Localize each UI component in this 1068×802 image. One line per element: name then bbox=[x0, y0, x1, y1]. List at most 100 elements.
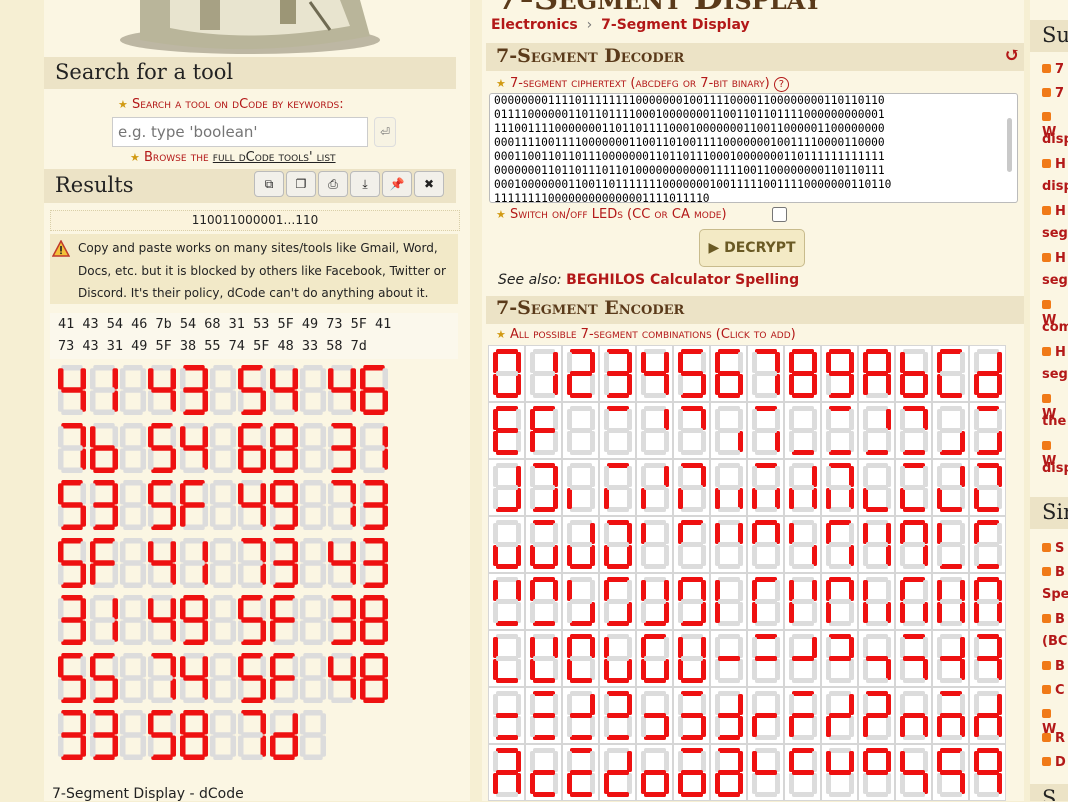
segment-combination-cell[interactable] bbox=[784, 516, 821, 573]
segment-combination-cell[interactable] bbox=[710, 402, 747, 459]
close-results-button[interactable]: ✖ bbox=[414, 171, 444, 197]
segment-combination-cell[interactable] bbox=[488, 516, 525, 573]
segment-combination-cell[interactable] bbox=[673, 744, 710, 801]
sidebar-link[interactable]: B bbox=[1042, 659, 1065, 674]
segment-combination-cell[interactable] bbox=[895, 687, 932, 744]
segment-combination-cell[interactable] bbox=[710, 516, 747, 573]
segment-combination-cell[interactable] bbox=[858, 573, 895, 630]
segment-combination-cell[interactable] bbox=[599, 687, 636, 744]
segment-combination-cell[interactable] bbox=[821, 687, 858, 744]
segment-combination-cell[interactable] bbox=[599, 744, 636, 801]
segment-combination-cell[interactable] bbox=[858, 402, 895, 459]
help-icon[interactable]: ? bbox=[773, 77, 789, 92]
segment-combination-cell[interactable] bbox=[673, 459, 710, 516]
segment-combination-cell[interactable] bbox=[858, 687, 895, 744]
refresh-icon[interactable]: ↺ bbox=[1004, 44, 1020, 66]
textarea-scrollbar[interactable] bbox=[1007, 118, 1012, 172]
segment-combination-cell[interactable] bbox=[969, 516, 1006, 573]
breadcrumb-7-segment-display[interactable]: 7-Segment Display bbox=[601, 17, 749, 33]
browse-full-list-link[interactable]: full dCode tools' list bbox=[213, 150, 336, 165]
segment-combination-cell[interactable] bbox=[932, 459, 969, 516]
segment-combination-cell[interactable] bbox=[858, 345, 895, 402]
segment-combination-cell[interactable] bbox=[673, 402, 710, 459]
segment-combination-cell[interactable] bbox=[747, 345, 784, 402]
segment-combination-cell[interactable] bbox=[636, 402, 673, 459]
segment-combination-cell[interactable] bbox=[784, 345, 821, 402]
segment-combination-cell[interactable] bbox=[895, 630, 932, 687]
segment-combination-cell[interactable] bbox=[821, 630, 858, 687]
segment-combination-cell[interactable] bbox=[599, 516, 636, 573]
segment-combination-cell[interactable] bbox=[932, 687, 969, 744]
segment-combination-cell[interactable] bbox=[784, 744, 821, 801]
segment-combination-cell[interactable] bbox=[673, 345, 710, 402]
switch-leds-checkbox[interactable] bbox=[772, 207, 787, 222]
segment-combination-cell[interactable] bbox=[673, 573, 710, 630]
segment-combination-cell[interactable] bbox=[488, 744, 525, 801]
segment-combination-cell[interactable] bbox=[895, 345, 932, 402]
decrypt-button[interactable]: ▶ DECRYPT bbox=[699, 229, 805, 267]
segment-combination-cell[interactable] bbox=[784, 402, 821, 459]
ciphertext-input[interactable] bbox=[489, 93, 1018, 203]
sidebar-link[interactable]: B bbox=[1042, 612, 1065, 627]
sidebar-link[interactable]: (BC bbox=[1042, 634, 1067, 649]
segment-combination-cell[interactable] bbox=[599, 573, 636, 630]
segment-combination-cell[interactable] bbox=[932, 402, 969, 459]
download-button[interactable]: ⤓ bbox=[350, 171, 380, 197]
segment-combination-cell[interactable] bbox=[488, 687, 525, 744]
pin-button[interactable]: 📌 bbox=[382, 171, 412, 197]
print-button[interactable]: ⎙ bbox=[318, 171, 348, 197]
segment-combination-cell[interactable] bbox=[636, 345, 673, 402]
segment-combination-cell[interactable] bbox=[784, 573, 821, 630]
segment-combination-cell[interactable] bbox=[969, 744, 1006, 801]
segment-combination-cell[interactable] bbox=[562, 459, 599, 516]
segment-combination-cell[interactable] bbox=[710, 687, 747, 744]
sidebar-link[interactable]: C bbox=[1042, 683, 1065, 698]
copy-variant-button[interactable]: ❐ bbox=[286, 171, 316, 197]
sidebar-link[interactable]: H bbox=[1042, 251, 1066, 266]
sidebar-link[interactable]: seg bbox=[1042, 226, 1068, 241]
segment-combination-cell[interactable] bbox=[858, 516, 895, 573]
segment-combination-cell[interactable] bbox=[488, 345, 525, 402]
segment-combination-cell[interactable] bbox=[488, 402, 525, 459]
segment-combination-cell[interactable] bbox=[599, 345, 636, 402]
sidebar-link[interactable]: H bbox=[1042, 204, 1066, 219]
segment-combination-cell[interactable] bbox=[858, 459, 895, 516]
segment-combination-cell[interactable] bbox=[636, 744, 673, 801]
segment-combination-cell[interactable] bbox=[710, 744, 747, 801]
segment-combination-cell[interactable] bbox=[969, 687, 1006, 744]
sidebar-link[interactable]: the bbox=[1042, 414, 1066, 429]
segment-combination-cell[interactable] bbox=[525, 630, 562, 687]
sidebar-link[interactable]: 7 bbox=[1042, 86, 1064, 101]
sidebar-link[interactable]: B bbox=[1042, 565, 1065, 580]
segment-combination-cell[interactable] bbox=[932, 630, 969, 687]
sidebar-link[interactable]: D bbox=[1042, 755, 1066, 770]
sidebar-link[interactable]: 7 bbox=[1042, 62, 1064, 77]
segment-combination-cell[interactable] bbox=[488, 573, 525, 630]
breadcrumb-electronics[interactable]: Electronics bbox=[491, 17, 578, 33]
sidebar-link[interactable]: disp bbox=[1042, 132, 1068, 147]
sidebar-link[interactable]: seg bbox=[1042, 367, 1068, 382]
segment-combination-cell[interactable] bbox=[895, 459, 932, 516]
segment-combination-cell[interactable] bbox=[895, 402, 932, 459]
segment-combination-cell[interactable] bbox=[821, 459, 858, 516]
segment-combination-cell[interactable] bbox=[969, 573, 1006, 630]
sidebar-link[interactable]: H bbox=[1042, 157, 1066, 172]
segment-combination-cell[interactable] bbox=[525, 459, 562, 516]
segment-combination-cell[interactable] bbox=[747, 516, 784, 573]
segment-combination-cell[interactable] bbox=[821, 744, 858, 801]
hex-output[interactable]: 41 43 54 46 7b 54 68 31 53 5F 49 73 5F 4… bbox=[50, 313, 458, 359]
segment-combination-cell[interactable] bbox=[710, 630, 747, 687]
search-input[interactable] bbox=[112, 117, 368, 147]
sidebar-link[interactable]: Spe bbox=[1042, 587, 1068, 602]
segment-combination-cell[interactable] bbox=[969, 345, 1006, 402]
segment-combination-cell[interactable] bbox=[488, 630, 525, 687]
segment-combination-cell[interactable] bbox=[525, 687, 562, 744]
segment-combination-cell[interactable] bbox=[710, 573, 747, 630]
segment-combination-cell[interactable] bbox=[525, 402, 562, 459]
segment-combination-cell[interactable] bbox=[821, 345, 858, 402]
segment-combination-cell[interactable] bbox=[784, 459, 821, 516]
segment-combination-cell[interactable] bbox=[599, 402, 636, 459]
segment-combination-cell[interactable] bbox=[636, 687, 673, 744]
segment-combination-cell[interactable] bbox=[636, 516, 673, 573]
dcode-logo[interactable] bbox=[100, 0, 420, 54]
